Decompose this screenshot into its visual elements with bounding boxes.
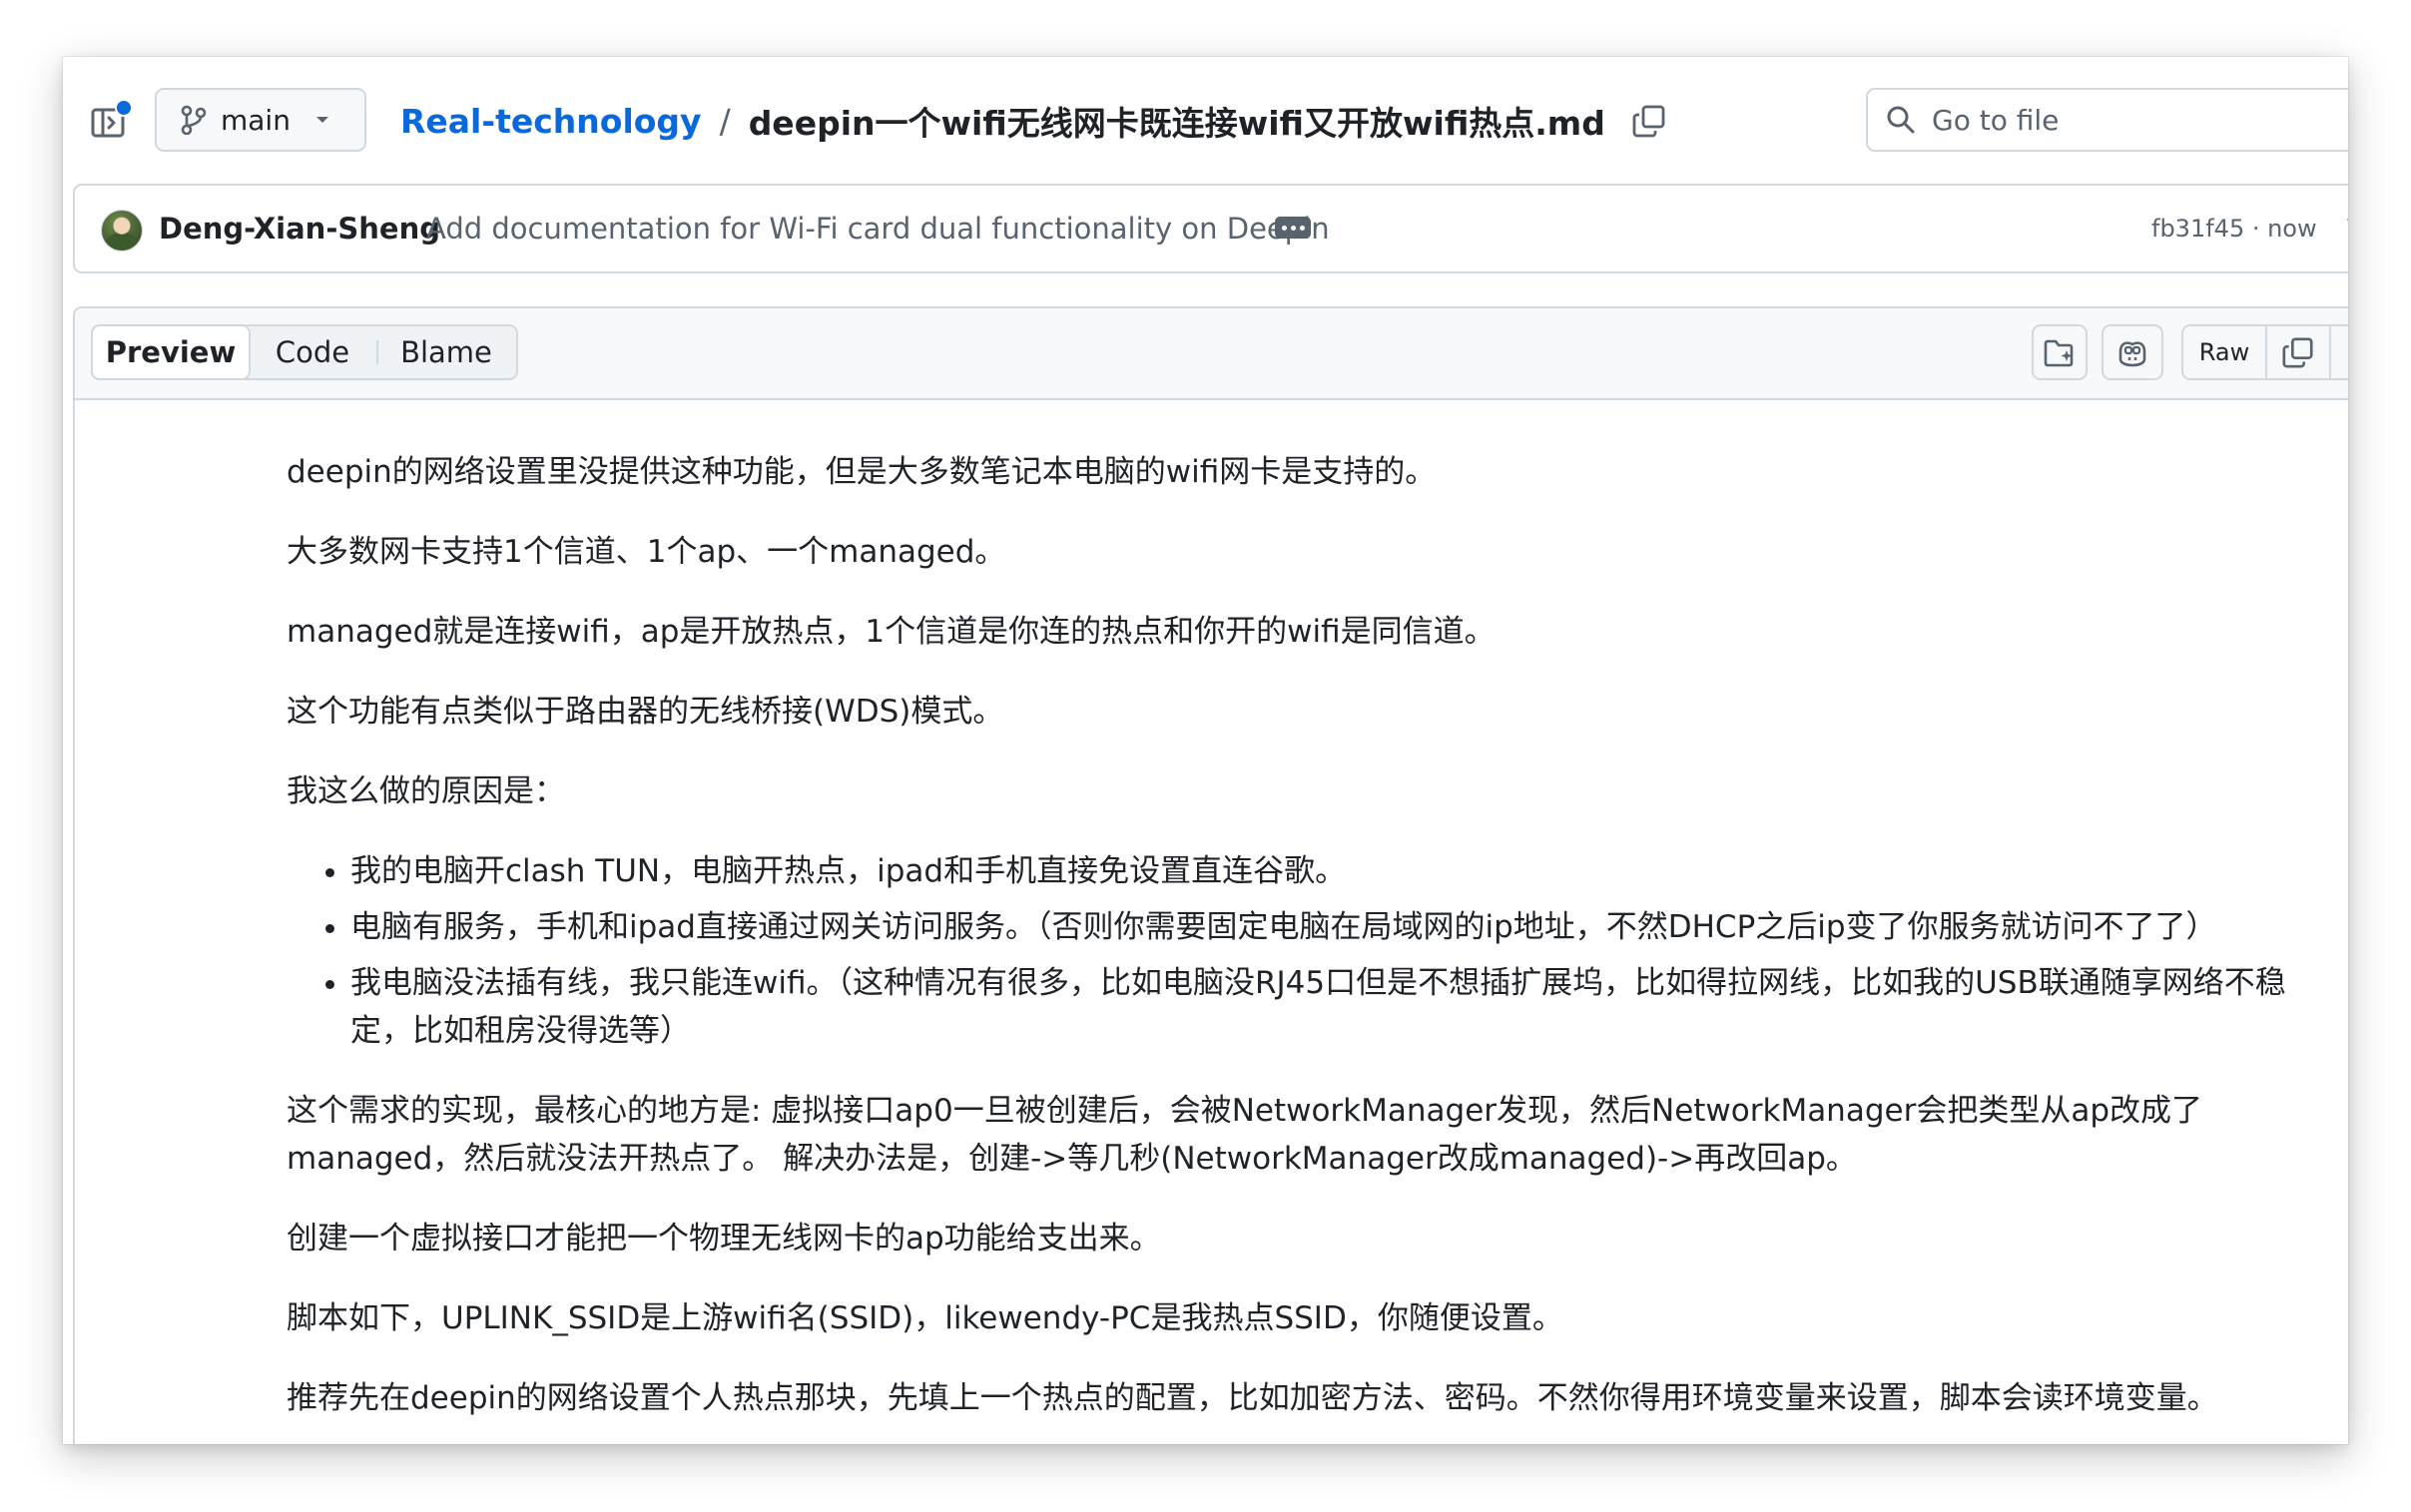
paragraph: 推荐先在deepin的网络设置个人热点那块，先填上一个热点的配置，比如加密方法、… [287, 1380, 2218, 1416]
paragraph: 脚本如下，UPLINK_SSID是上游wifi名(SSID)，likewendy… [287, 1300, 1563, 1336]
branch-name: main [221, 103, 291, 137]
history-icon [2346, 219, 2348, 222]
commit-sha-time[interactable]: fb31f45 · now [2151, 186, 2317, 271]
history-button[interactable] [2345, 212, 2348, 248]
paragraph: 我这么做的原因是： [287, 773, 565, 809]
file-viewer: Preview Code Blame Raw deepin的网络设置里没提供这种… [73, 306, 2348, 1444]
paragraph: deepin的网络设置里没提供这种功能，但是大多数笔记本电脑的wifi网卡是支持… [287, 454, 1437, 490]
reasons-list: 我的电脑开clash TUN，电脑开热点，ipad和手机直接免设置直连谷歌。 电… [287, 847, 2343, 1055]
list-item: 我的电脑开clash TUN，电脑开热点，ipad和手机直接免设置直连谷歌。 [350, 847, 2343, 895]
breadcrumb-file-name: deepin一个wifi无线网卡既连接wifi又开放wifi热点.md [748, 104, 1605, 143]
symbols-button[interactable] [2032, 324, 2088, 380]
notification-dot [115, 99, 133, 117]
paragraph: 大多数网卡支持1个信道、1个ap、一个managed。 [287, 534, 1006, 570]
list-item: 我电脑没法插有线，我只能连wifi。（这种情况有很多，比如电脑没RJ45口但是不… [350, 959, 2343, 1055]
paragraph: 这个功能有点类似于路由器的无线桥接(WDS)模式。 [287, 694, 1004, 730]
tab-preview[interactable]: Preview [91, 324, 251, 380]
avatar[interactable] [101, 210, 143, 252]
paragraph: managed就是连接wifi，ap是开放热点，1个信道是你连的热点和你开的wi… [287, 614, 1496, 650]
view-mode-tabs: Preview Code Blame [91, 324, 518, 380]
raw-actions-group: Raw [2181, 324, 2348, 380]
breadcrumb-separator: / [719, 101, 731, 141]
sidebar-toggle-button[interactable] [89, 99, 133, 143]
tab-blame[interactable]: Blame [376, 326, 516, 378]
triangle-down-icon [315, 117, 328, 123]
go-to-file-input[interactable]: Go to file [1866, 88, 2348, 152]
file-toolbar: Preview Code Blame Raw [75, 308, 2348, 400]
copy-icon [1632, 105, 1665, 138]
github-file-view: main Real-technology / deepin一个wifi无线网卡既… [63, 57, 2348, 1444]
list-item: 电脑有服务，手机和ipad直接通过网关访问服务。（否则你需要固定电脑在局域网的i… [350, 903, 2343, 951]
download-icon [2346, 336, 2348, 368]
git-branch-icon [181, 105, 207, 135]
breadcrumb: Real-technology / deepin一个wifi无线网卡既连接wif… [400, 91, 1667, 151]
commit-author-link[interactable]: Deng-Xian-Sheng [159, 186, 440, 271]
go-to-file-placeholder: Go to file [1932, 103, 2060, 137]
kebab-horizontal-icon[interactable] [1275, 217, 1311, 239]
file-header-bar: main Real-technology / deepin一个wifi无线网卡既… [63, 57, 2348, 187]
file-symbols-icon [2044, 339, 2074, 367]
copilot-button[interactable] [2102, 324, 2163, 380]
paragraph: 这个需求的实现，最核心的地方是: 虚拟接口ap0一旦被创建后，会被Network… [287, 1093, 2202, 1177]
paragraph: 创建一个虚拟接口才能把一个物理无线网卡的ap功能给支出来。 [287, 1221, 1161, 1257]
breadcrumb-repo-link[interactable]: Real-technology [400, 102, 702, 141]
tab-code[interactable]: Code [249, 326, 376, 378]
latest-commit-bar: Deng-Xian-Sheng Add documentation for Wi… [73, 184, 2348, 273]
copilot-icon [2118, 341, 2146, 367]
copy-raw-button[interactable] [2267, 326, 2331, 378]
copy-icon [2282, 337, 2313, 368]
commit-message-link[interactable]: Add documentation for Wi-Fi card dual fu… [426, 186, 1330, 271]
search-icon [1887, 106, 1915, 134]
branch-selector-button[interactable]: main [155, 88, 366, 152]
download-raw-button[interactable] [2331, 326, 2348, 378]
raw-button[interactable]: Raw [2183, 326, 2267, 378]
copy-path-button[interactable] [1631, 103, 1667, 139]
markdown-body: deepin的网络设置里没提供这种功能，但是大多数笔记本电脑的wifi网卡是支持… [287, 448, 2343, 1444]
